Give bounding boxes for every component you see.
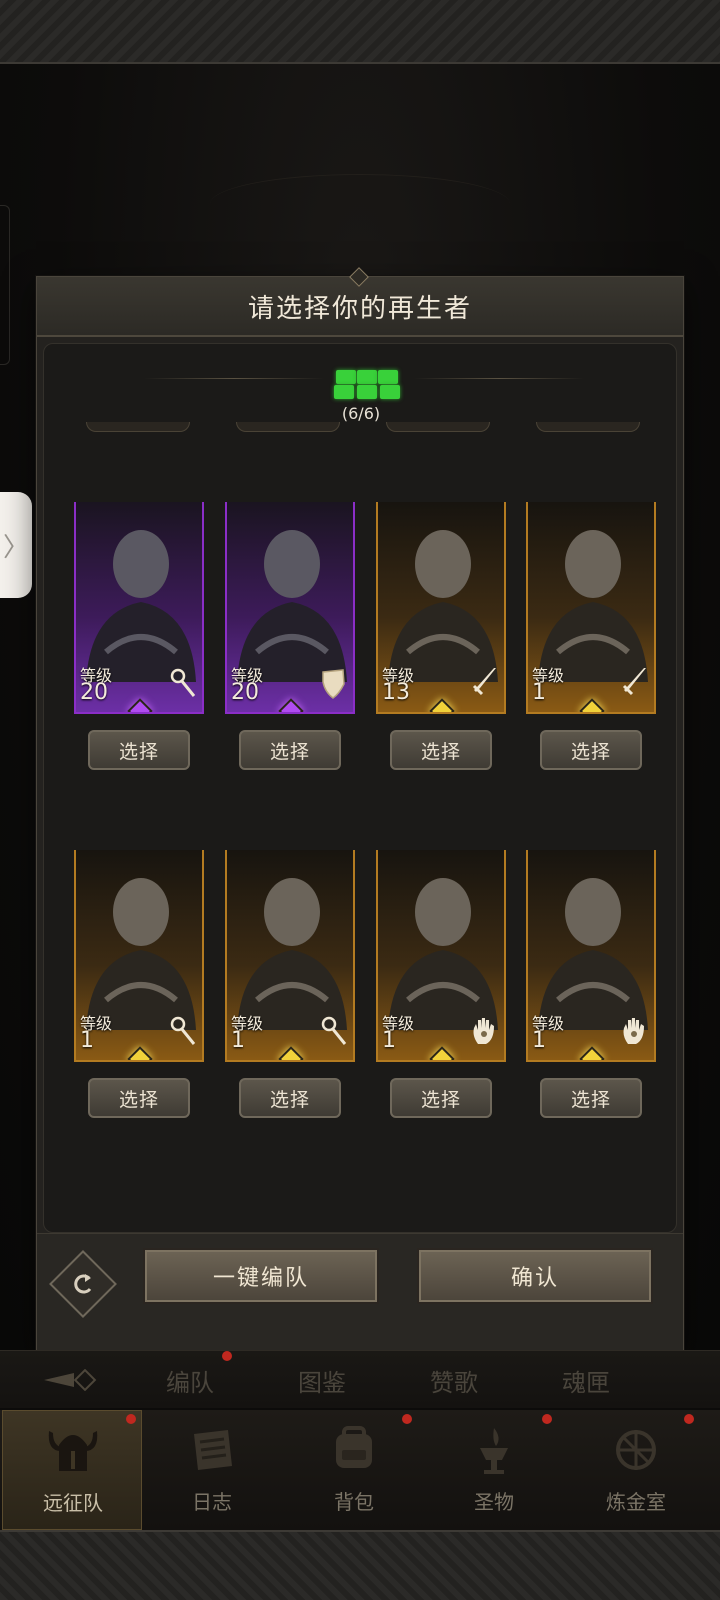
nav-label: 远征队 <box>43 1491 103 1515</box>
team-slots-icon <box>332 366 402 402</box>
hero-level: 1 <box>532 680 546 705</box>
bottom-frame <box>0 1530 720 1600</box>
hero-portrait <box>388 530 498 682</box>
horned-helmet-icon <box>48 1431 98 1471</box>
slot-tab <box>536 422 640 432</box>
sword-icon <box>622 668 646 696</box>
nav-backpack[interactable]: 背包 <box>284 1410 424 1530</box>
dialog-title: 请选择你的再生者 <box>247 293 472 324</box>
hand-icon <box>623 1018 644 1044</box>
select-hero-button[interactable]: 选择 <box>239 730 341 770</box>
hero-card[interactable]: 等级 1 <box>225 850 355 1062</box>
auto-team-button[interactable]: 一键编队 <box>143 1248 379 1304</box>
slot-tab <box>86 422 190 432</box>
hero-portrait <box>237 530 347 682</box>
hero-portrait <box>388 878 498 1030</box>
auto-team-label: 一键编队 <box>212 1266 309 1291</box>
confirm-button[interactable]: 确认 <box>417 1248 653 1304</box>
reset-button[interactable] <box>49 1250 117 1318</box>
hero-level: 20 <box>80 680 108 705</box>
hero-level: 1 <box>80 1028 94 1053</box>
tab-soul-box[interactable]: 魂匣 <box>562 1363 610 1398</box>
hero-level: 1 <box>382 1028 396 1053</box>
hero-card[interactable]: 等级 20 <box>74 502 204 714</box>
top-frame <box>0 0 720 64</box>
team-status: (6/6) <box>44 362 676 423</box>
nav-label: 炼金室 <box>606 1490 666 1514</box>
side-panel-edge <box>0 205 10 365</box>
bottom-navigation: 远征队 日志 背包 圣物 炼金室 <box>0 1410 720 1530</box>
hero-level: 20 <box>231 680 259 705</box>
hero-card[interactable]: 等级 1 <box>74 850 204 1062</box>
hero-card[interactable]: 等级 1 <box>376 850 506 1062</box>
team-count: (6/6) <box>341 404 381 423</box>
nav-expedition[interactable]: 远征队 <box>2 1410 142 1530</box>
staff-icon <box>170 1016 196 1045</box>
notification-dot <box>222 1351 232 1361</box>
team-slot-tabs <box>44 422 676 436</box>
dialog-header: 请选择你的再生者 <box>37 267 683 337</box>
hero-level: 1 <box>532 1028 546 1053</box>
undo-icon <box>74 1274 92 1294</box>
tab-formation[interactable]: 编队 <box>166 1363 214 1398</box>
alchemy-icon <box>616 1430 656 1470</box>
slot-tab <box>236 422 340 432</box>
nav-journal[interactable]: 日志 <box>142 1410 282 1530</box>
select-hero-button[interactable]: 选择 <box>390 730 492 770</box>
hero-level: 1 <box>231 1028 245 1053</box>
notification-dot <box>126 1414 136 1424</box>
notification-dot <box>402 1414 412 1424</box>
select-hero-button[interactable]: 选择 <box>390 1078 492 1118</box>
dialog-footer: 一键编队 确认 <box>37 1233 683 1351</box>
divider-left <box>144 378 324 379</box>
shield-icon <box>322 669 345 699</box>
hero-select-dialog: 请选择你的再生者 (6/6) 等级 20 选择 等级 20 选择 等级 13 选择 等级 1 选择 等级… <box>36 267 684 1352</box>
nav-label: 背包 <box>334 1490 374 1514</box>
sub-tab-strip: 编队 图鉴 赞歌 魂匣 <box>0 1350 720 1408</box>
hero-portrait <box>538 530 648 682</box>
staff-icon <box>321 1016 347 1045</box>
chevron-right-icon: 〉 <box>2 532 29 563</box>
hero-portrait <box>538 878 648 1030</box>
nav-label: 圣物 <box>474 1490 514 1514</box>
nav-relics[interactable]: 圣物 <box>424 1410 564 1530</box>
back-arrow-icon[interactable] <box>44 1369 104 1391</box>
confirm-label: 确认 <box>510 1266 559 1291</box>
hero-portrait <box>86 530 196 682</box>
scroll-icon <box>194 1430 232 1470</box>
hero-portrait <box>237 878 347 1030</box>
nav-label: 日志 <box>192 1490 232 1514</box>
hero-card[interactable]: 等级 1 <box>526 502 656 714</box>
select-hero-button[interactable]: 选择 <box>239 1078 341 1118</box>
hero-card[interactable]: 等级 20 <box>225 502 355 714</box>
divider-right <box>414 378 584 379</box>
notification-dot <box>542 1414 552 1424</box>
select-hero-button[interactable]: 选择 <box>88 1078 190 1118</box>
select-hero-button[interactable]: 选择 <box>88 730 190 770</box>
slot-tab <box>386 422 490 432</box>
nav-alchemy[interactable]: 炼金室 <box>566 1410 706 1530</box>
brazier-icon <box>480 1428 508 1474</box>
staff-icon <box>170 668 196 697</box>
hero-portrait <box>86 878 196 1030</box>
dialog-body: (6/6) 等级 20 选择 等级 20 选择 等级 13 选择 等级 1 选择 等级 1 选择 等级 1 选择等… <box>43 343 677 1233</box>
hand-icon <box>473 1018 494 1044</box>
tab-hymn[interactable]: 赞歌 <box>430 1363 478 1398</box>
side-drawer-handle[interactable]: 〉 <box>0 492 32 598</box>
hero-card[interactable]: 等级 13 <box>376 502 506 714</box>
select-hero-button[interactable]: 选择 <box>540 730 642 770</box>
backpack-icon <box>336 1426 372 1468</box>
hero-level: 13 <box>382 680 410 705</box>
hero-card[interactable]: 等级 1 <box>526 850 656 1062</box>
background-ornament <box>210 174 510 234</box>
sword-icon <box>472 668 496 696</box>
tab-codex[interactable]: 图鉴 <box>298 1363 346 1398</box>
select-hero-button[interactable]: 选择 <box>540 1078 642 1118</box>
notification-dot <box>684 1414 694 1424</box>
